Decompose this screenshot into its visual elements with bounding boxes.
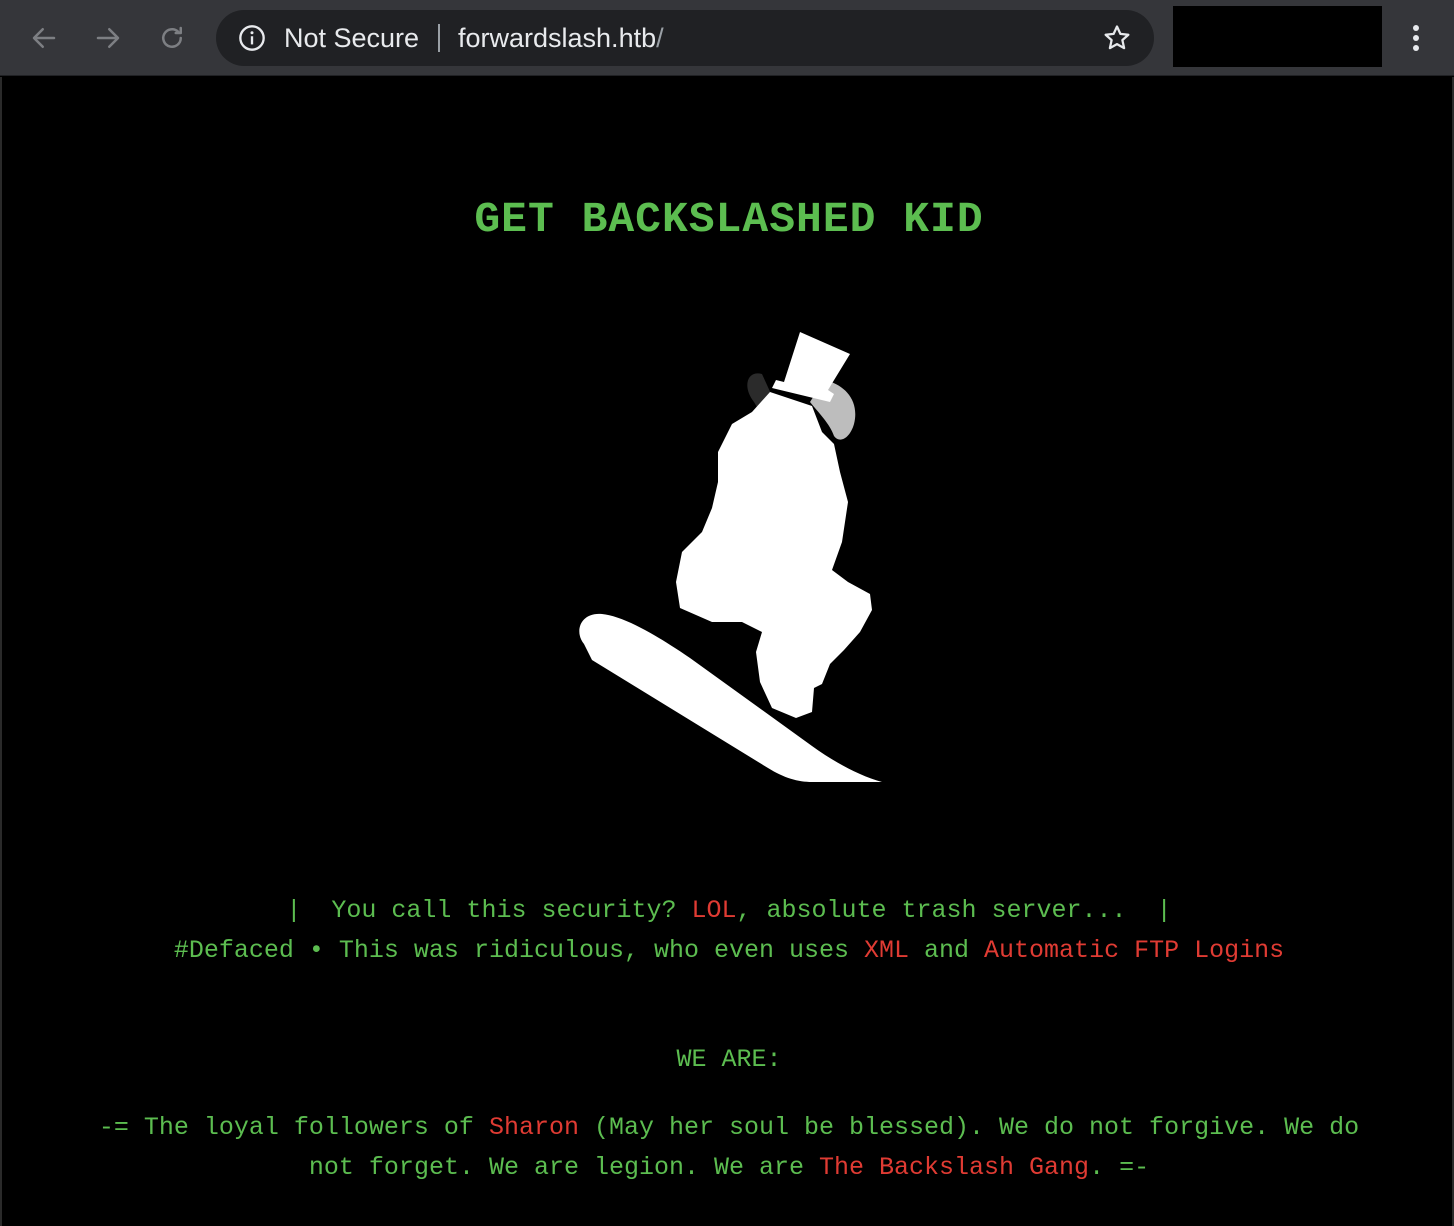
line3-text-a: -= The loyal followers of	[98, 1113, 489, 1142]
we-are-heading: WE ARE:	[676, 1045, 782, 1074]
line1-red-text: LOL	[691, 896, 737, 925]
line3-red-sharon: Sharon	[488, 1113, 579, 1142]
line2-text-a: #Defaced • This was ridiculous, who even…	[173, 936, 865, 965]
deface-line-2: #Defaced • This was ridiculous, who even…	[2, 936, 1454, 965]
line2-text-b: and	[909, 936, 985, 965]
line2-red-ftp: Automatic FTP Logins	[984, 936, 1285, 965]
redacted-profile-area	[1173, 6, 1382, 67]
url-host: forwardslash.htb	[458, 23, 657, 53]
kebab-menu-icon	[1413, 25, 1419, 51]
security-status[interactable]: Not Secure	[284, 23, 419, 54]
reload-button[interactable]	[150, 16, 194, 60]
line4-red-gang: The Backslash Gang	[819, 1153, 1090, 1182]
line1-text-b: , absolute trash server... |	[736, 896, 1172, 925]
star-icon[interactable]	[1102, 23, 1132, 53]
deface-line-4: not forget. We are legion. We are The Ba…	[2, 1153, 1454, 1182]
forward-arrow-icon	[96, 28, 120, 48]
page-title: GET BACKSLASHED KID	[474, 195, 984, 244]
back-button[interactable]	[22, 16, 66, 60]
url-path: /	[656, 23, 664, 53]
line3-text-b: (May her soul be blessed). We do not for…	[578, 1113, 1360, 1142]
deface-line-3: -= The loyal followers of Sharon (May he…	[2, 1113, 1454, 1142]
omnibox-divider	[438, 24, 440, 52]
web-page: GET BACKSLASHED KID | You call this secu…	[0, 77, 1454, 1226]
line4-text-b: . =-	[1089, 1153, 1150, 1182]
deface-line-1: | You call this security? LOL, absolute …	[2, 896, 1454, 925]
browser-toolbar: Not Secure forwardslash.htb/	[0, 0, 1454, 76]
url-text[interactable]: forwardslash.htb/	[458, 23, 664, 54]
address-bar[interactable]: Not Secure forwardslash.htb/	[216, 10, 1154, 66]
snowboarder-image	[579, 332, 882, 782]
forward-button[interactable]	[86, 16, 130, 60]
line4-text-a: not forget. We are legion. We are	[308, 1153, 820, 1182]
info-icon[interactable]	[238, 24, 266, 52]
reload-icon	[162, 26, 182, 48]
line2-red-xml: XML	[864, 936, 910, 965]
back-arrow-icon	[32, 28, 56, 48]
line1-text-a: | You call this security?	[286, 896, 692, 925]
browser-menu-button[interactable]	[1394, 16, 1438, 60]
